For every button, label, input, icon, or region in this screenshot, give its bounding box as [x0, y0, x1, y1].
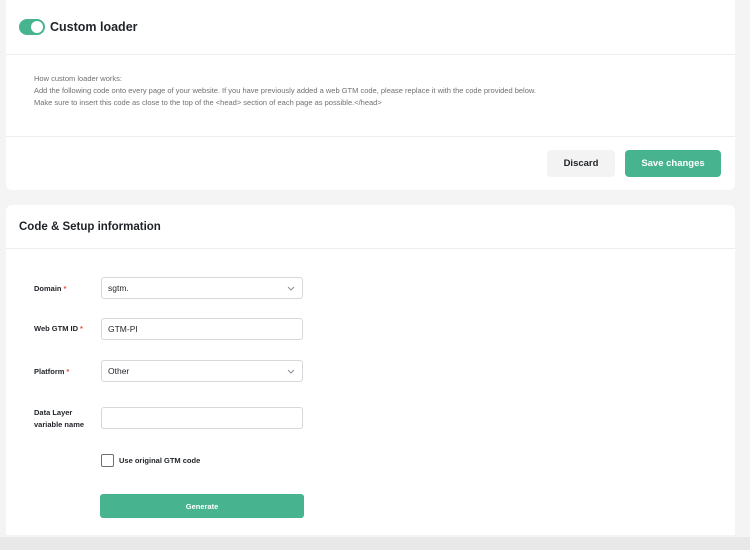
gtm-id-input[interactable]: GTM-PI — [101, 318, 303, 340]
generate-button[interactable]: Generate — [100, 494, 304, 518]
datalayer-label-line-1: Data Layer — [34, 408, 73, 417]
page: Custom loader How custom loader works: A… — [0, 0, 750, 550]
custom-loader-header: Custom loader — [6, 0, 735, 55]
datalayer-label-line-2: variable name — [34, 420, 85, 429]
setup-card: Code & Setup information Domain * sgtm. W… — [6, 205, 735, 535]
loader-actions: Discard Save changes — [547, 150, 721, 177]
platform-select[interactable]: Other — [101, 360, 303, 382]
save-changes-button[interactable]: Save changes — [625, 150, 721, 177]
use-original-gtm-checkbox[interactable] — [101, 454, 114, 467]
gtm-id-value: GTM-PI — [108, 324, 138, 334]
toggle-knob — [31, 21, 43, 33]
domain-value: sgtm. — [108, 283, 129, 293]
custom-loader-title: Custom loader — [50, 20, 138, 34]
instructions-line-1: How custom loader works: — [34, 74, 122, 83]
domain-label-text: Domain — [34, 284, 62, 293]
setup-title: Code & Setup information — [19, 220, 161, 233]
instructions-line-2: Add the following code onto every page o… — [34, 86, 536, 95]
platform-required-marker: * — [66, 367, 70, 376]
platform-value: Other — [108, 366, 130, 376]
gtm-id-label-text: Web GTM ID — [34, 324, 79, 333]
instructions-line-3: Make sure to insert this code as close t… — [34, 98, 382, 107]
loader-instructions: How custom loader works: Add the followi… — [6, 55, 735, 137]
custom-loader-toggle[interactable] — [19, 19, 45, 35]
platform-label-text: Platform — [34, 367, 65, 376]
gtm-id-label: Web GTM ID * — [34, 323, 83, 335]
setup-header: Code & Setup information — [6, 205, 735, 249]
chevron-down-icon — [287, 286, 295, 291]
chevron-down-icon — [287, 369, 295, 374]
discard-button[interactable]: Discard — [547, 150, 615, 177]
platform-label: Platform * — [34, 366, 69, 378]
use-original-gtm-label[interactable]: Use original GTM code — [119, 456, 200, 465]
domain-label: Domain * — [34, 283, 66, 295]
domain-select[interactable]: sgtm. — [101, 277, 303, 299]
gtm-id-required-marker: * — [80, 324, 83, 333]
datalayer-input[interactable] — [101, 407, 303, 429]
bottom-scroll-area — [0, 537, 750, 550]
datalayer-label: Data Layer variable name — [34, 407, 84, 431]
domain-required-marker: * — [63, 284, 67, 293]
custom-loader-card: Custom loader How custom loader works: A… — [6, 0, 735, 190]
